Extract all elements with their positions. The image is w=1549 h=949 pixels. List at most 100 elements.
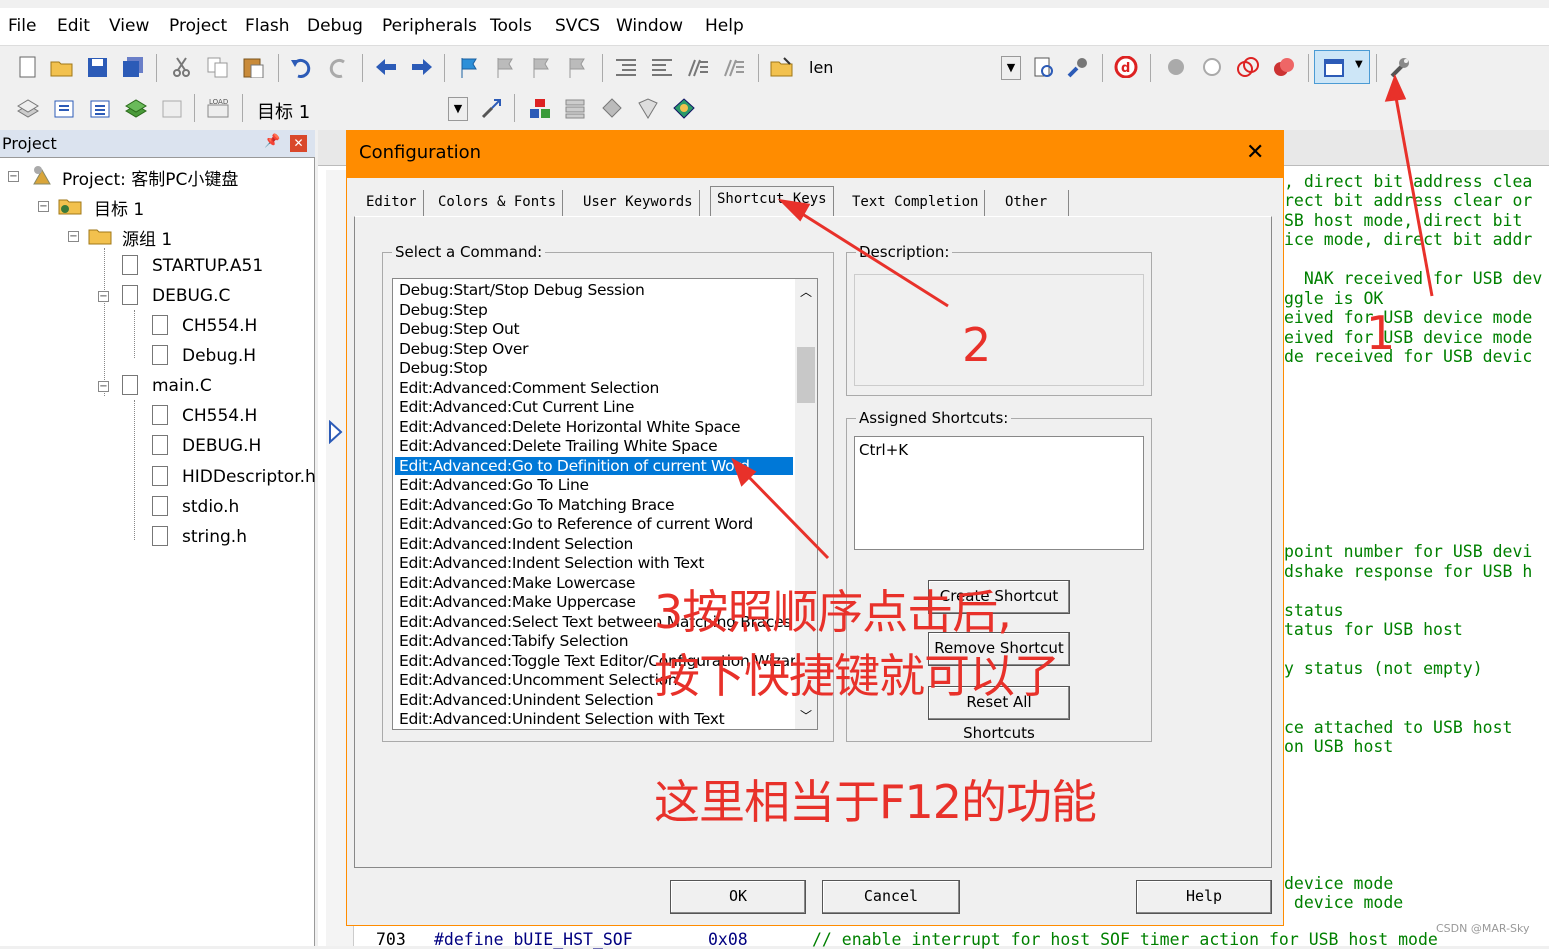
file-extensions-icon[interactable]	[564, 97, 588, 119]
assigned-shortcuts-list[interactable]: Ctrl+K	[854, 436, 1144, 550]
file-stdio-h[interactable]: stdio.h	[182, 497, 239, 517]
undo-icon[interactable]	[290, 56, 314, 78]
translate-icon[interactable]	[16, 97, 40, 119]
browse-icon[interactable]	[1066, 56, 1090, 78]
cancel-button[interactable]: Cancel	[822, 880, 960, 914]
pack-installer-icon[interactable]	[636, 97, 660, 119]
command-item[interactable]: Edit:Advanced:Unindent Selection	[399, 691, 654, 709]
command-item[interactable]: Edit:Advanced:Uncomment Selection	[399, 671, 678, 689]
prev-bookmark-icon[interactable]	[494, 56, 518, 78]
kill-breakpoints-icon[interactable]	[1272, 56, 1296, 78]
command-item[interactable]: Edit:Advanced:Delete Trailing White Spac…	[399, 437, 718, 455]
scroll-up-icon[interactable]: ︿	[800, 283, 812, 300]
copy-icon[interactable]	[206, 56, 230, 78]
paste-icon[interactable]	[242, 56, 266, 78]
next-bookmark-icon[interactable]	[530, 56, 554, 78]
file-debug-c[interactable]: DEBUG.C	[152, 286, 230, 306]
collapse-icon[interactable]: −	[98, 291, 109, 302]
command-item[interactable]: Edit:Advanced:Indent Selection	[399, 535, 633, 553]
command-item[interactable]: Edit:Advanced:Comment Selection	[399, 379, 659, 397]
menu-file[interactable]: File	[8, 16, 36, 36]
menu-peripherals[interactable]: Peripherals	[382, 16, 477, 36]
window-layout-button[interactable]: ▼	[1314, 50, 1370, 84]
tab-editor[interactable]: Editor	[360, 190, 424, 216]
pin-icon[interactable]: 📌	[264, 134, 280, 149]
tab-colors-fonts[interactable]: Colors & Fonts	[432, 190, 564, 216]
tab-shortcut-keys[interactable]: Shortcut Keys	[710, 186, 834, 216]
command-item[interactable]: Debug:Start/Stop Debug Session	[399, 281, 645, 299]
command-item[interactable]: Debug:Stop	[399, 359, 488, 377]
command-item[interactable]: Edit:Advanced:Unindent Selection with Te…	[399, 710, 725, 728]
file-main-c[interactable]: main.C	[152, 376, 212, 396]
menu-tools[interactable]: Tools	[490, 16, 532, 36]
redo-icon[interactable]	[326, 56, 350, 78]
find-in-files-icon[interactable]	[770, 56, 794, 78]
close-icon[interactable]: ✕	[1246, 140, 1264, 165]
menu-svcs[interactable]: SVCS	[555, 16, 600, 36]
command-item[interactable]: Edit:Advanced:Make Uppercase	[399, 593, 636, 611]
menu-project[interactable]: Project	[169, 16, 227, 36]
unindent-icon[interactable]	[650, 56, 674, 78]
scroll-down-icon[interactable]: ﹀	[800, 707, 812, 724]
tab-other[interactable]: Other	[999, 190, 1069, 216]
disable-breakpoint-icon[interactable]	[1200, 56, 1224, 78]
file-debug-h[interactable]: Debug.H	[182, 346, 256, 366]
nav-back-icon[interactable]	[374, 56, 398, 78]
command-item[interactable]: Edit:Advanced:Tabify Selection	[399, 632, 629, 650]
menu-edit[interactable]: Edit	[57, 16, 90, 36]
collapse-icon[interactable]: −	[8, 171, 19, 182]
command-item[interactable]: Edit:Advanced:Indent Selection with Text	[399, 554, 704, 572]
debug-start-icon[interactable]: d	[1114, 56, 1138, 78]
file-ch554-h[interactable]: CH554.H	[182, 316, 257, 336]
command-item-selected[interactable]: Edit:Advanced:Go to Definition of curren…	[395, 456, 793, 475]
select-packs-icon[interactable]	[600, 97, 624, 119]
command-item[interactable]: Edit:Advanced:Go To Line	[399, 476, 589, 494]
file-startup[interactable]: STARTUP.A51	[152, 256, 263, 276]
collapse-icon[interactable]: −	[98, 381, 109, 392]
file-debug-h-2[interactable]: DEBUG.H	[182, 436, 261, 456]
new-file-icon[interactable]	[16, 56, 40, 78]
tab-text-completion[interactable]: Text Completion	[846, 190, 986, 216]
close-panel-icon[interactable]: ✕	[290, 135, 307, 152]
stop-build-icon[interactable]	[160, 97, 184, 119]
menu-window[interactable]: Window	[616, 16, 683, 36]
download-icon[interactable]: LOAD	[206, 97, 230, 119]
command-item[interactable]: Edit:Advanced:Make Lowercase	[399, 574, 635, 592]
file-hiddescriptor-h[interactable]: HIDDescriptor.h	[182, 467, 316, 487]
clear-bookmarks-icon[interactable]	[566, 56, 590, 78]
command-item[interactable]: Edit:Advanced:Cut Current Line	[399, 398, 634, 416]
breakpoint-icon[interactable]	[1164, 56, 1188, 78]
command-item[interactable]: Edit:Advanced:Delete Horizontal White Sp…	[399, 418, 741, 436]
target-select-dropdown[interactable]: ▼	[448, 97, 468, 121]
rebuild-icon[interactable]	[88, 97, 112, 119]
incremental-find-icon[interactable]	[1032, 56, 1056, 78]
menu-view[interactable]: View	[109, 16, 149, 36]
menu-flash[interactable]: Flash	[245, 16, 290, 36]
open-folder-icon[interactable]	[50, 56, 74, 78]
assigned-shortcut-item[interactable]: Ctrl+K	[859, 441, 908, 459]
find-combo-dropdown[interactable]: ▼	[1001, 56, 1021, 80]
project-target[interactable]: 目标 1	[94, 195, 144, 220]
command-item[interactable]: Debug:Step	[399, 301, 488, 319]
ok-button[interactable]: OK	[670, 880, 806, 914]
collapse-icon[interactable]: −	[68, 231, 79, 242]
save-all-icon[interactable]	[122, 56, 146, 78]
find-combo[interactable]: len	[804, 55, 1000, 81]
nav-forward-icon[interactable]	[410, 56, 434, 78]
rte-icon[interactable]	[672, 97, 696, 119]
manage-components-icon[interactable]	[528, 97, 552, 119]
indent-icon[interactable]	[614, 56, 638, 78]
comment-icon[interactable]	[686, 56, 710, 78]
configuration-wrench-icon[interactable]	[1388, 56, 1412, 78]
file-ch554-h-2[interactable]: CH554.H	[182, 406, 257, 426]
menu-debug[interactable]: Debug	[307, 16, 363, 36]
batch-build-icon[interactable]	[124, 97, 148, 119]
uncomment-icon[interactable]	[722, 56, 746, 78]
menu-help[interactable]: Help	[705, 16, 744, 36]
bookmark-icon[interactable]	[458, 56, 482, 78]
disable-all-breakpoints-icon[interactable]	[1236, 56, 1260, 78]
cut-icon[interactable]	[170, 56, 194, 78]
source-group[interactable]: 源组 1	[122, 225, 172, 250]
command-item[interactable]: Edit:Advanced:Go To Matching Brace	[399, 496, 675, 514]
save-icon[interactable]	[86, 56, 110, 78]
